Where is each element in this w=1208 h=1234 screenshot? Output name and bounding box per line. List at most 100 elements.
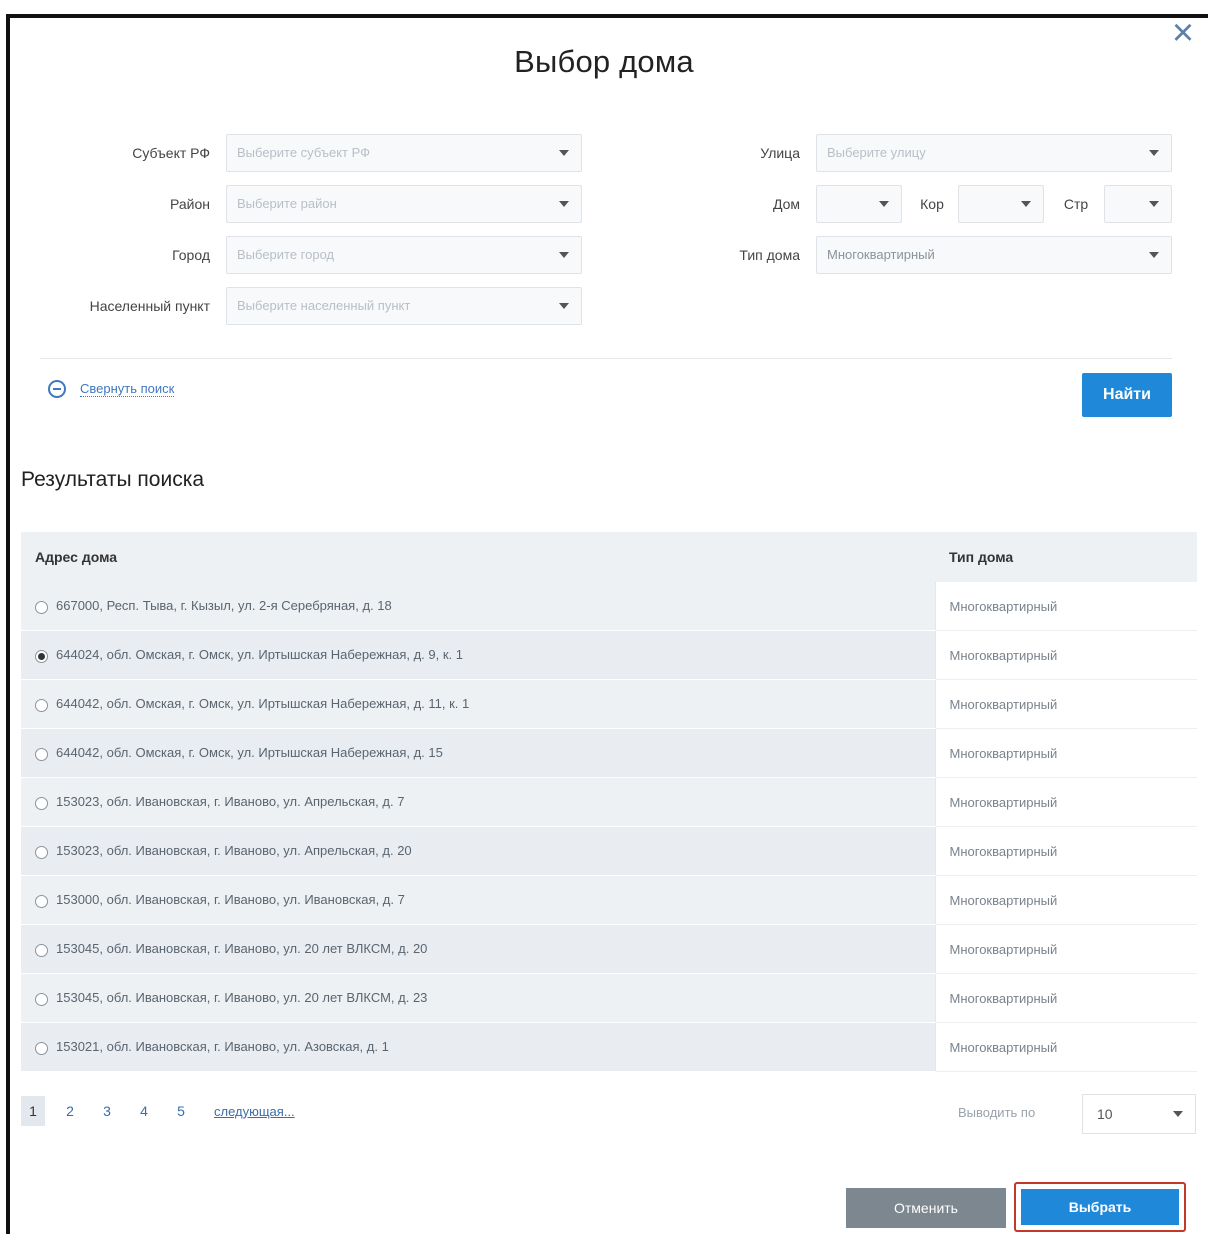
column-header-type: Тип дома	[935, 532, 1197, 582]
row-radio[interactable]	[35, 992, 48, 1006]
house-type-cell: Многоквартирный	[934, 630, 1197, 680]
house-select[interactable]	[816, 185, 902, 223]
table-row[interactable]: 644042, обл. Омская, г. Омск, ул. Иртышс…	[21, 679, 1197, 729]
collapse-circle-icon	[48, 380, 66, 398]
chevron-down-icon	[559, 150, 569, 156]
address-text: 644024, обл. Омская, г. Омск, ул. Иртышс…	[56, 647, 463, 663]
per-page-value: 10	[1097, 1106, 1113, 1122]
table-row[interactable]: 153000, обл. Ивановская, г. Иваново, ул.…	[21, 875, 1197, 925]
str-label: Стр	[1063, 196, 1089, 212]
house-type-label: Тип дома	[739, 247, 800, 263]
table-row[interactable]: 153045, обл. Ивановская, г. Иваново, ул.…	[21, 924, 1197, 974]
settlement-placeholder: Выберите населенный пункт	[237, 298, 411, 313]
street-label: Улица	[760, 145, 800, 161]
address-text: 644042, обл. Омская, г. Омск, ул. Иртышс…	[56, 696, 470, 712]
address-text: 153000, обл. Ивановская, г. Иваново, ул.…	[56, 892, 405, 908]
address-text: 153023, обл. Ивановская, г. Иваново, ул.…	[56, 794, 405, 810]
city-label: Город	[172, 247, 210, 263]
row-radio[interactable]	[35, 1041, 48, 1055]
next-page-link[interactable]: следующая...	[214, 1104, 295, 1119]
house-type-cell: Многоквартирный	[934, 875, 1197, 925]
cancel-button[interactable]: Отменить	[846, 1188, 1006, 1228]
district-label: Район	[170, 196, 210, 212]
address-text: 153045, обл. Ивановская, г. Иваново, ул.…	[56, 941, 428, 957]
chevron-down-icon	[559, 303, 569, 309]
chevron-down-icon	[559, 201, 569, 207]
row-radio[interactable]	[35, 796, 48, 810]
page-link-1[interactable]: 1	[21, 1096, 45, 1126]
street-placeholder: Выберите улицу	[827, 145, 926, 160]
per-page-select[interactable]: 10	[1082, 1094, 1196, 1134]
table-row[interactable]: 667000, Респ. Тыва, г. Кызыл, ул. 2-я Се…	[21, 582, 1197, 631]
page-link-5[interactable]: 5	[169, 1096, 193, 1126]
subject-select[interactable]: Выберите субъект РФ	[226, 134, 582, 172]
row-radio[interactable]	[35, 747, 48, 761]
row-radio[interactable]	[35, 698, 48, 712]
address-text: 153021, обл. Ивановская, г. Иваново, ул.…	[56, 1039, 389, 1055]
str-select[interactable]	[1104, 185, 1172, 223]
collapse-search-link[interactable]: Свернуть поиск	[48, 380, 175, 398]
house-type-cell: Многоквартирный	[934, 582, 1197, 631]
row-radio[interactable]	[35, 894, 48, 908]
address-cell: 153023, обл. Ивановская, г. Иваново, ул.…	[21, 826, 935, 876]
chevron-down-icon	[1021, 201, 1031, 207]
collapse-search-label: Свернуть поиск	[80, 381, 175, 397]
select-button-highlight: Выбрать	[1014, 1182, 1186, 1232]
house-type-select[interactable]: Многоквартирный	[816, 236, 1172, 274]
table-row[interactable]: 644024, обл. Омская, г. Омск, ул. Иртышс…	[21, 630, 1197, 680]
chevron-down-icon	[879, 201, 889, 207]
house-label: Дом	[772, 196, 800, 212]
city-select[interactable]: Выберите город	[226, 236, 582, 274]
chevron-down-icon	[559, 252, 569, 258]
settlement-select[interactable]: Выберите населенный пункт	[226, 287, 582, 325]
address-cell: 153000, обл. Ивановская, г. Иваново, ул.…	[21, 875, 935, 925]
subject-placeholder: Выберите субъект РФ	[237, 145, 371, 160]
table-row[interactable]: 153023, обл. Ивановская, г. Иваново, ул.…	[21, 777, 1197, 827]
pagination: 12345 следующая...	[21, 1096, 295, 1126]
district-select[interactable]: Выберите район	[226, 185, 582, 223]
district-placeholder: Выберите район	[237, 196, 337, 211]
page-link-4[interactable]: 4	[132, 1096, 156, 1126]
page-link-2[interactable]: 2	[58, 1096, 82, 1126]
house-type-cell: Многоквартирный	[934, 728, 1197, 778]
house-type-cell: Многоквартирный	[934, 679, 1197, 729]
address-cell: 153045, обл. Ивановская, г. Иваново, ул.…	[21, 924, 935, 974]
house-type-cell: Многоквартирный	[934, 973, 1197, 1023]
house-type-cell: Многоквартирный	[934, 1022, 1197, 1072]
select-button[interactable]: Выбрать	[1021, 1189, 1179, 1225]
address-cell: 644042, обл. Омская, г. Омск, ул. Иртышс…	[21, 728, 935, 778]
results-table: Адрес дома Тип дома 667000, Респ. Тыва, …	[21, 532, 1197, 1072]
chevron-down-icon	[1149, 201, 1159, 207]
korp-select[interactable]	[958, 185, 1044, 223]
address-cell: 644042, обл. Омская, г. Омск, ул. Иртышс…	[21, 679, 935, 729]
address-text: 667000, Респ. Тыва, г. Кызыл, ул. 2-я Се…	[56, 598, 392, 614]
address-text: 644042, обл. Омская, г. Омск, ул. Иртышс…	[56, 745, 443, 761]
table-row[interactable]: 153023, обл. Ивановская, г. Иваново, ул.…	[21, 826, 1197, 876]
row-radio[interactable]	[35, 943, 48, 957]
table-row[interactable]: 153021, обл. Ивановская, г. Иваново, ул.…	[21, 1022, 1197, 1072]
settlement-label: Населенный пункт	[89, 298, 210, 314]
column-header-address: Адрес дома	[21, 532, 935, 582]
address-cell: 644024, обл. Омская, г. Омск, ул. Иртышс…	[21, 630, 935, 680]
find-button[interactable]: Найти	[1082, 373, 1172, 417]
per-page-label: Выводить по	[958, 1105, 1036, 1120]
divider	[40, 358, 1172, 359]
table-row[interactable]: 153045, обл. Ивановская, г. Иваново, ул.…	[21, 973, 1197, 1023]
chevron-down-icon	[1173, 1111, 1183, 1117]
results-title: Результаты поиска	[21, 468, 205, 491]
house-type-value: Многоквартирный	[827, 247, 935, 262]
address-cell: 153045, обл. Ивановская, г. Иваново, ул.…	[21, 973, 935, 1023]
chevron-down-icon	[1149, 252, 1159, 258]
table-header: Адрес дома Тип дома	[21, 532, 1197, 582]
page-link-3[interactable]: 3	[95, 1096, 119, 1126]
dialog-title: Выбор дома	[514, 44, 694, 79]
address-cell: 667000, Респ. Тыва, г. Кызыл, ул. 2-я Се…	[21, 582, 935, 631]
address-text: 153023, обл. Ивановская, г. Иваново, ул.…	[56, 843, 412, 859]
row-radio[interactable]	[35, 649, 48, 663]
house-type-cell: Многоквартирный	[934, 826, 1197, 876]
row-radio[interactable]	[35, 845, 48, 859]
street-select[interactable]: Выберите улицу	[816, 134, 1172, 172]
table-row[interactable]: 644042, обл. Омская, г. Омск, ул. Иртышс…	[21, 728, 1197, 778]
subject-label: Субъект РФ	[132, 145, 210, 161]
row-radio[interactable]	[35, 600, 48, 614]
